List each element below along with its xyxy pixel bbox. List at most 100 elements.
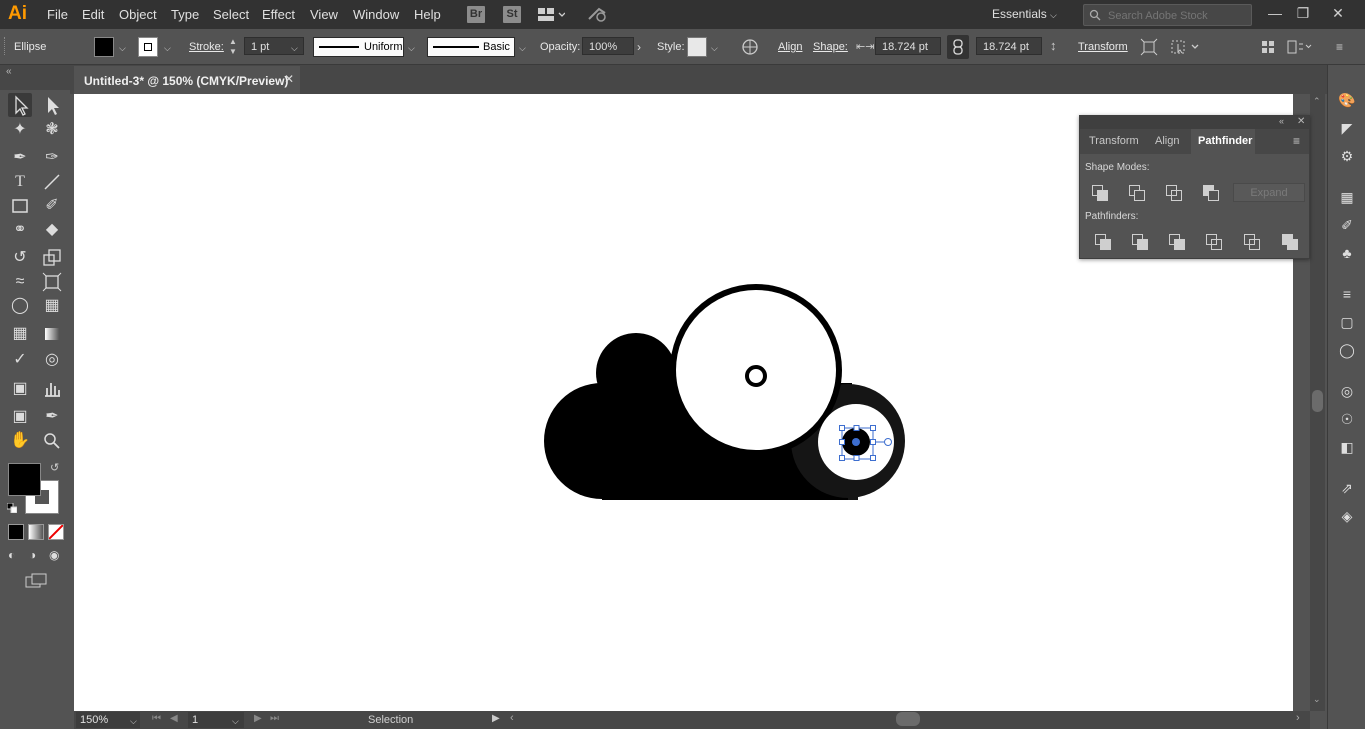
artboard-tool[interactable]: ▣ (8, 405, 32, 429)
close-panel-icon[interactable]: ✕ (1297, 116, 1305, 127)
close-tab-icon[interactable]: ✕ (284, 72, 294, 86)
height-field[interactable]: 18.724 pt (976, 37, 1042, 55)
shape-link[interactable]: Shape: (813, 41, 848, 53)
slice-tool[interactable]: ✒ (40, 405, 64, 429)
type-tool[interactable]: T (8, 170, 32, 194)
layers-icon[interactable]: ◈ (1337, 507, 1357, 525)
intersect-button[interactable] (1162, 182, 1186, 202)
hand-tool[interactable]: ✋ (8, 429, 32, 453)
free-transform-tool[interactable] (40, 270, 64, 294)
bridge-icon[interactable]: Br (467, 6, 485, 23)
arrange-icon[interactable] (1287, 40, 1313, 54)
vertical-scroll-thumb[interactable] (1312, 390, 1323, 412)
opacity-field[interactable]: 100% (582, 37, 634, 55)
previous-artboard-icon[interactable]: ◀ (170, 713, 178, 724)
stock-icon[interactable]: St (503, 6, 521, 23)
symbol-sprayer-tool[interactable]: ▣ (8, 377, 32, 401)
status-tool-name[interactable]: Selection (368, 714, 413, 726)
none-mode-icon[interactable] (48, 524, 64, 540)
tab-align[interactable]: Align (1155, 135, 1179, 147)
artboard-chevron-icon[interactable]: ⌵ (232, 716, 239, 727)
collapse-toolbar-icon[interactable]: « (6, 66, 12, 77)
draw-normal-icon[interactable]: ◐ (8, 548, 24, 562)
color-themes-icon[interactable]: ⚙ (1337, 147, 1357, 165)
fill-color-box[interactable] (8, 463, 41, 496)
grid-icon[interactable] (1261, 40, 1275, 54)
stroke-swatch[interactable] (138, 37, 158, 57)
trim-button[interactable] (1128, 231, 1152, 251)
tab-transform[interactable]: Transform (1089, 135, 1139, 147)
rectangle-tool[interactable] (8, 194, 32, 218)
perspective-grid-tool[interactable]: ▦ (40, 294, 64, 318)
first-artboard-icon[interactable]: ⏮ (152, 713, 161, 724)
draw-inside-icon[interactable]: ◉ (49, 548, 65, 562)
draw-behind-icon[interactable]: ◑ (29, 548, 45, 562)
default-colors-icon[interactable] (6, 502, 18, 514)
magic-wand-tool[interactable]: ✦ (8, 118, 32, 142)
gradient-panel-icon[interactable]: ▢ (1337, 313, 1357, 331)
swap-colors-icon[interactable]: ↺ (50, 461, 59, 474)
crop-button[interactable] (1202, 231, 1226, 251)
menu-object[interactable]: Object (119, 7, 157, 22)
line-segment-tool[interactable] (40, 170, 64, 194)
scale-tool[interactable] (40, 246, 64, 270)
graphic-style-swatch[interactable] (687, 37, 707, 57)
screen-mode-icon[interactable] (24, 572, 48, 590)
color-mode-icon[interactable] (8, 524, 24, 540)
stroke-weight-chevron-icon[interactable]: ⌵ (291, 43, 298, 54)
workspace-switcher[interactable]: Essentials ⌵ (992, 7, 1057, 21)
style-chevron-icon[interactable]: ⌵ (711, 43, 718, 54)
selection-tool[interactable] (8, 93, 32, 117)
swatches-icon[interactable]: ▦ (1337, 188, 1357, 206)
close-icon[interactable]: ✕ (1326, 3, 1350, 23)
divide-button[interactable] (1091, 231, 1115, 251)
minus-back-button[interactable] (1278, 231, 1302, 251)
scroll-down-icon[interactable]: ⌄ (1313, 694, 1321, 705)
merge-button[interactable] (1165, 231, 1189, 251)
scroll-left-icon[interactable]: ‹ (510, 712, 514, 724)
unite-button[interactable] (1088, 182, 1112, 202)
menu-effect[interactable]: Effect (262, 7, 295, 22)
rotate-tool[interactable]: ↺ (8, 246, 32, 270)
tab-pathfinder[interactable]: Pathfinder (1198, 135, 1252, 147)
artboards-panel-icon[interactable]: ⇗ (1337, 479, 1357, 497)
shape-builder-tool[interactable]: ◯ (8, 294, 32, 318)
collapse-panel-icon[interactable]: « (1279, 116, 1284, 126)
menu-view[interactable]: View (310, 7, 338, 22)
menu-edit[interactable]: Edit (82, 7, 104, 22)
direct-selection-tool[interactable] (40, 93, 64, 117)
zoom-tool[interactable] (40, 429, 64, 453)
menu-file[interactable]: File (47, 7, 68, 22)
status-menu-icon[interactable]: ▶ (492, 713, 500, 724)
asset-export-icon[interactable]: ◧ (1337, 438, 1357, 456)
stroke-panel-icon[interactable]: ≡ (1337, 285, 1357, 303)
graphic-styles-icon[interactable]: ☉ (1337, 410, 1357, 428)
eyedropper-tool[interactable]: ✓ (8, 348, 32, 372)
transform-link[interactable]: Transform (1078, 41, 1128, 53)
search-stock-box[interactable] (1083, 4, 1252, 26)
menu-window[interactable]: Window (353, 7, 399, 22)
stroke-chevron-icon[interactable]: ⌵ (164, 43, 171, 54)
column-graph-tool[interactable] (40, 377, 64, 401)
align-link[interactable]: Align (778, 41, 802, 53)
opacity-label[interactable]: Opacity: (540, 41, 580, 53)
menu-type[interactable]: Type (171, 7, 199, 22)
minus-front-button[interactable] (1125, 182, 1149, 202)
variable-width-profile[interactable]: Uniform (313, 37, 404, 57)
arrange-documents-icon[interactable] (537, 6, 566, 23)
symbols-icon[interactable]: ♣ (1337, 244, 1357, 262)
exclude-button[interactable] (1199, 182, 1223, 202)
scroll-right-icon[interactable]: › (1296, 712, 1300, 724)
paintbrush-tool[interactable]: ✐ (40, 194, 64, 218)
mesh-tool[interactable]: ▦ (8, 322, 32, 346)
minimize-icon[interactable]: — (1263, 3, 1287, 23)
blend-tool[interactable]: ◎ (40, 348, 64, 372)
brush-chevron-icon[interactable]: ⌵ (519, 43, 526, 54)
constrain-proportions-button[interactable] (947, 35, 969, 59)
chevron-right-icon[interactable]: › (637, 40, 641, 54)
brushes-icon[interactable]: ✐ (1337, 216, 1357, 234)
menu-help[interactable]: Help (414, 7, 441, 22)
gpu-performance-icon[interactable] (587, 5, 609, 23)
horizontal-scroll-thumb[interactable] (896, 712, 920, 726)
appearance-icon[interactable]: ◎ (1337, 382, 1357, 400)
